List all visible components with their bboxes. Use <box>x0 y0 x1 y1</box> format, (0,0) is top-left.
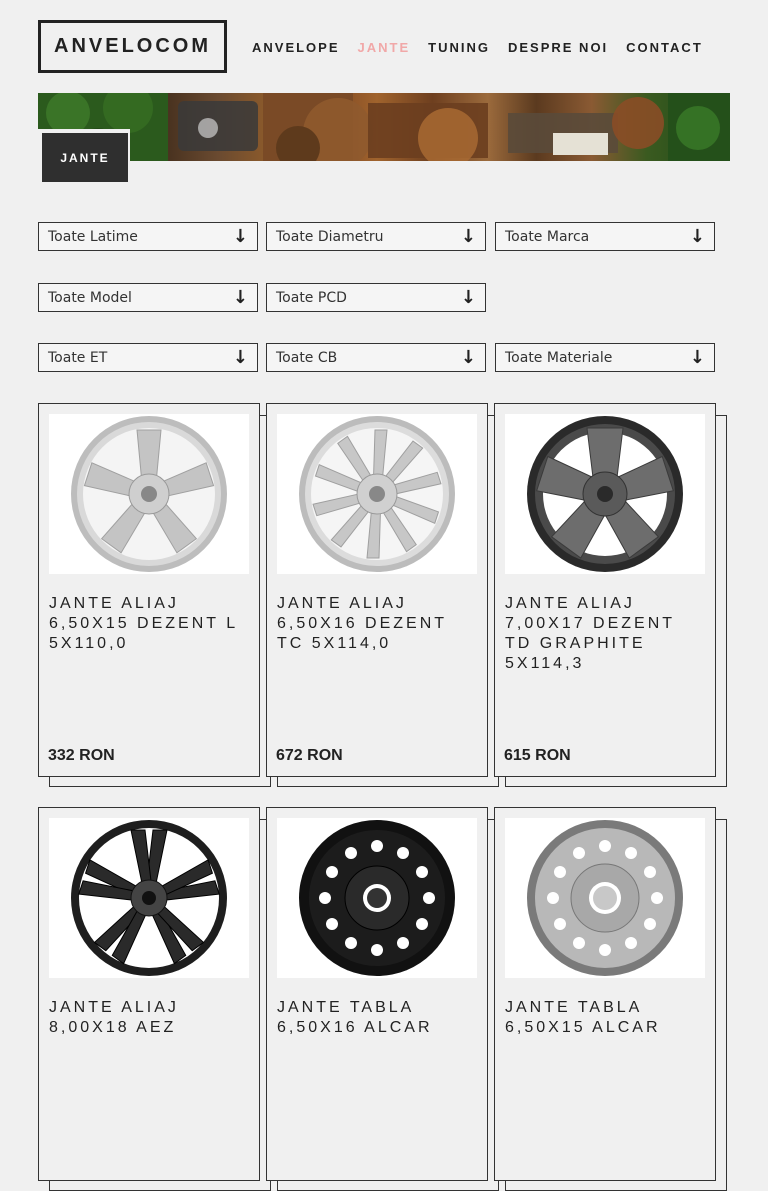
product-title[interactable]: JANTE ALIAJ 6,50X16 DEZENT TC 5X114,0 <box>277 594 477 654</box>
product-card[interactable]: JANTE ALIAJ 6,50X16 DEZENT TC 5X114,0 67… <box>266 403 488 777</box>
filter-marca-value: Toate Marca <box>505 228 590 245</box>
product-image[interactable] <box>505 414 705 574</box>
main-nav: ANVELOPE JANTE TUNING DESPRE NOI CONTACT <box>252 40 721 55</box>
filter-cb-select[interactable]: Toate CB ↓ <box>266 343 486 372</box>
product-image[interactable] <box>49 818 249 978</box>
filter-cb-value: Toate CB <box>276 349 338 366</box>
product-card[interactable]: JANTE TABLA 6,50X15 ALCAR <box>494 807 716 1181</box>
nav-jante[interactable]: JANTE <box>358 40 411 55</box>
wheel-icon <box>527 820 683 976</box>
arrow-down-icon: ↓ <box>460 225 476 247</box>
arrow-down-icon: ↓ <box>232 286 248 308</box>
filter-materiale-select[interactable]: Toate Materiale ↓ <box>495 343 715 372</box>
product-image[interactable] <box>277 818 477 978</box>
filter-marca-select[interactable]: Toate Marca ↓ <box>495 222 715 251</box>
product-title[interactable]: JANTE ALIAJ 7,00X17 DEZENT TD GRAPHITE 5… <box>505 594 705 674</box>
product-title[interactable]: JANTE ALIAJ 8,00X18 AEZ <box>49 998 249 1038</box>
site-logo[interactable]: ANVELOCOM <box>38 20 227 73</box>
hero-banner <box>38 93 730 161</box>
product-image[interactable] <box>277 414 477 574</box>
product-image[interactable] <box>49 414 249 574</box>
filter-diametru-value: Toate Diametru <box>276 228 384 245</box>
nav-tuning[interactable]: TUNING <box>428 40 490 55</box>
filter-model-value: Toate Model <box>48 289 132 306</box>
arrow-down-icon: ↓ <box>232 225 248 247</box>
nav-contact[interactable]: CONTACT <box>626 40 703 55</box>
nav-anvelope[interactable]: ANVELOPE <box>252 40 340 55</box>
wheel-icon <box>527 416 683 572</box>
arrow-down-icon: ↓ <box>460 286 476 308</box>
product-title[interactable]: JANTE ALIAJ 6,50X15 DEZENT L 5X110,0 <box>49 594 249 654</box>
page-title: JANTE <box>42 133 128 182</box>
arrow-down-icon: ↓ <box>232 346 248 368</box>
wheel-icon <box>299 820 455 976</box>
arrow-down-icon: ↓ <box>689 346 705 368</box>
product-price: 332 RON <box>48 747 115 764</box>
nav-despre-noi[interactable]: DESPRE NOI <box>508 40 608 55</box>
product-card[interactable]: JANTE ALIAJ 7,00X17 DEZENT TD GRAPHITE 5… <box>494 403 716 777</box>
filter-model-select[interactable]: Toate Model ↓ <box>38 283 258 312</box>
filter-diametru-select[interactable]: Toate Diametru ↓ <box>266 222 486 251</box>
product-title[interactable]: JANTE TABLA 6,50X16 ALCAR <box>277 998 477 1038</box>
filter-et-value: Toate ET <box>48 349 108 366</box>
filter-materiale-value: Toate Materiale <box>505 349 613 366</box>
banner-image <box>38 93 730 161</box>
product-price: 615 RON <box>504 747 571 764</box>
product-price: 672 RON <box>276 747 343 764</box>
arrow-down-icon: ↓ <box>689 225 705 247</box>
wheel-icon <box>71 416 227 572</box>
filter-pcd-select[interactable]: Toate PCD ↓ <box>266 283 486 312</box>
wheel-icon <box>71 820 227 976</box>
product-card[interactable]: JANTE TABLA 6,50X16 ALCAR <box>266 807 488 1181</box>
product-image[interactable] <box>505 818 705 978</box>
wheel-icon <box>299 416 455 572</box>
filter-latime-select[interactable]: Toate Latime ↓ <box>38 222 258 251</box>
filter-pcd-value: Toate PCD <box>276 289 347 306</box>
product-card[interactable]: JANTE ALIAJ 6,50X15 DEZENT L 5X110,0 332… <box>38 403 260 777</box>
filter-et-select[interactable]: Toate ET ↓ <box>38 343 258 372</box>
product-card[interactable]: JANTE ALIAJ 8,00X18 AEZ <box>38 807 260 1181</box>
product-title[interactable]: JANTE TABLA 6,50X15 ALCAR <box>505 998 705 1038</box>
filter-latime-value: Toate Latime <box>48 228 138 245</box>
arrow-down-icon: ↓ <box>460 346 476 368</box>
